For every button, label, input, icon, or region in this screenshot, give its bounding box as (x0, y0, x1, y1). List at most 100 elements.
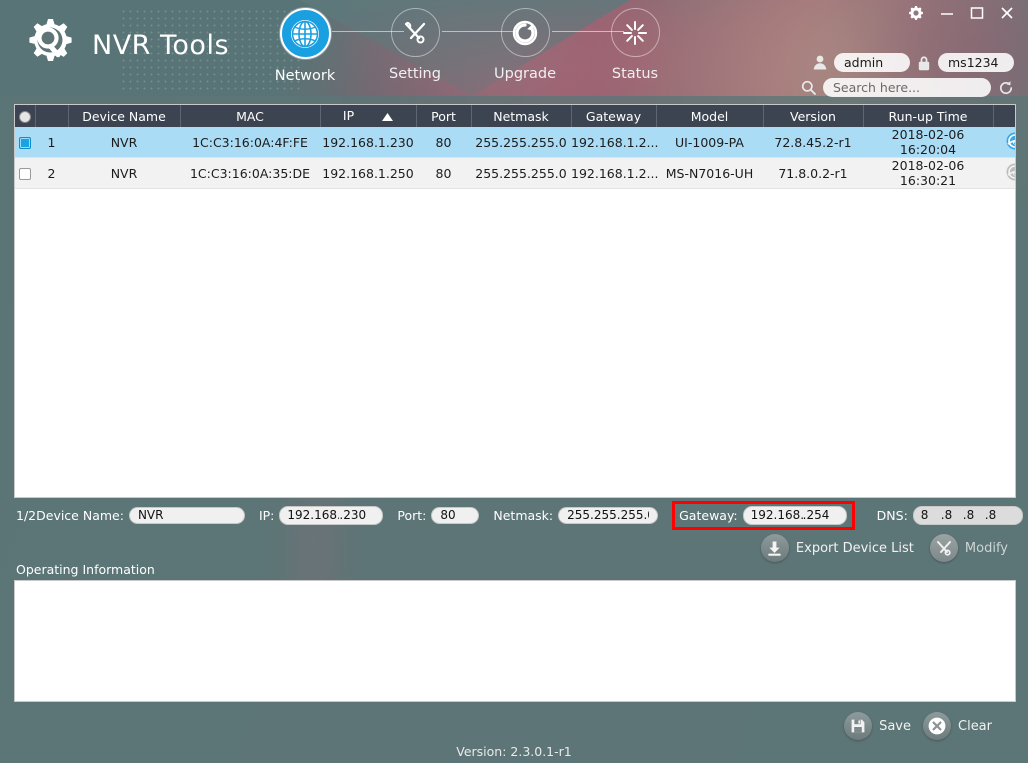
select-all-checkbox[interactable] (19, 111, 31, 123)
port-group: Port: (397, 507, 479, 524)
dns-group: DNS: (877, 506, 1023, 525)
modify-label: Modify (965, 541, 1008, 556)
dns-octet-1[interactable] (921, 507, 941, 524)
globe-icon (280, 8, 331, 59)
tools-icon (391, 8, 440, 57)
row-index: 1 (35, 127, 68, 158)
row-browser-link-cell[interactable]: e (993, 127, 1016, 158)
credentials-row (813, 53, 1014, 72)
ip-label: IP: (259, 508, 274, 523)
select-all-header[interactable] (15, 105, 35, 127)
row-version: 72.8.45.2-r1 (763, 127, 863, 158)
table-row[interactable]: 2 NVR 1C:C3:16:0A:35:DE 192.168.1.250 80… (15, 158, 1016, 189)
row-checkbox[interactable] (19, 168, 31, 180)
operating-information-content (15, 581, 1015, 593)
tools-icon (930, 534, 958, 562)
netmask-input[interactable] (558, 507, 658, 524)
column-mac[interactable]: MAC (180, 105, 320, 127)
device-table-container[interactable]: Device Name MAC IP Port Netmask Gateway … (14, 104, 1016, 498)
device-name-input[interactable] (129, 507, 245, 524)
row-device-name: NVR (68, 127, 180, 158)
column-port[interactable]: Port (416, 105, 471, 127)
ip-group: IP: (259, 506, 383, 525)
nav-item-network[interactable]: Network (250, 8, 360, 84)
row-browser-link-cell[interactable]: e (993, 158, 1016, 189)
column-model[interactable]: Model (656, 105, 763, 127)
gateway-prefix-input[interactable] (751, 507, 803, 524)
device-edit-form: 1/2 Device Name: IP: Port: Netmask: Gate… (0, 500, 1028, 530)
nav-item-status[interactable]: Status (580, 8, 690, 82)
window-controls (908, 5, 1014, 21)
gear-icon[interactable] (908, 5, 924, 21)
export-device-list-button[interactable]: Export Device List (761, 534, 914, 562)
dns-octet-4[interactable] (985, 507, 1015, 524)
person-icon (813, 55, 827, 70)
username-field[interactable] (834, 53, 910, 72)
clear-button[interactable]: Clear (923, 712, 992, 740)
column-version[interactable]: Version (763, 105, 863, 127)
row-gateway: 192.168.1.2... (571, 158, 656, 189)
row-checkbox[interactable] (19, 137, 31, 149)
column-ip-label: IP (343, 108, 354, 123)
row-mac: 1C:C3:16:0A:35:DE (180, 158, 320, 189)
table-row[interactable]: 1 NVR 1C:C3:16:0A:4F:FE 192.168.1.230 80… (15, 127, 1016, 158)
ip-suffix-input[interactable] (339, 507, 375, 524)
device-table: Device Name MAC IP Port Netmask Gateway … (15, 105, 1016, 189)
operating-information-panel[interactable] (14, 580, 1016, 702)
table-header-row: Device Name MAC IP Port Netmask Gateway … (15, 105, 1016, 127)
gateway-input-wrapper[interactable] (743, 506, 847, 525)
nav-item-setting[interactable]: Setting (360, 8, 470, 82)
port-input[interactable] (431, 507, 479, 524)
password-field[interactable] (938, 53, 1014, 72)
gateway-label: Gateway: (679, 508, 738, 523)
row-checkbox-cell[interactable] (15, 158, 35, 189)
nav-label-setting: Setting (389, 66, 441, 82)
floppy-disk-icon (844, 712, 872, 740)
row-runup-time: 2018-02-06 16:20:04 (863, 127, 993, 158)
operating-information-label: Operating Information (16, 562, 155, 577)
svg-text:e: e (1012, 137, 1016, 147)
dns-octet-3[interactable] (963, 507, 985, 524)
browser-icon[interactable]: e (1006, 132, 1016, 153)
maximize-icon[interactable] (970, 6, 984, 20)
footer-button-row: Save Clear (832, 712, 992, 740)
save-label: Save (879, 719, 911, 734)
nav-item-upgrade[interactable]: Upgrade (470, 8, 580, 82)
export-device-list-label: Export Device List (796, 541, 914, 556)
search-icon[interactable] (801, 80, 816, 95)
app-title: NVR Tools (92, 30, 229, 61)
search-row (801, 78, 1014, 97)
row-port: 80 (416, 127, 471, 158)
close-icon[interactable] (1000, 6, 1014, 20)
refresh-circle-icon (501, 8, 550, 57)
action-button-row: Export Device List Modify (749, 534, 1008, 562)
gateway-group-highlighted: Gateway: (672, 501, 855, 530)
dns-input-wrapper[interactable] (913, 506, 1023, 525)
browser-icon[interactable]: e (1006, 163, 1016, 184)
search-input[interactable] (823, 78, 991, 97)
row-index: 2 (35, 158, 68, 189)
dns-octet-2[interactable] (941, 507, 963, 524)
gateway-suffix-input[interactable] (803, 507, 839, 524)
version-text: Version: 2.3.0.1-r1 (0, 744, 1028, 759)
column-gateway[interactable]: Gateway (571, 105, 656, 127)
dns-label: DNS: (877, 508, 908, 523)
row-mac: 1C:C3:16:0A:4F:FE (180, 127, 320, 158)
column-ip[interactable]: IP (320, 105, 416, 127)
nvr-tools-window: NVR Tools Network (0, 0, 1028, 763)
app-brand: NVR Tools (18, 13, 229, 77)
column-netmask[interactable]: Netmask (471, 105, 571, 127)
save-button[interactable]: Save (844, 712, 911, 740)
row-model: MS-N7016-UH (656, 158, 763, 189)
minimize-icon[interactable] (940, 6, 954, 20)
app-header: NVR Tools Network (0, 0, 1028, 96)
ip-prefix-input[interactable] (287, 507, 339, 524)
modify-button[interactable]: Modify (930, 534, 1008, 562)
row-checkbox-cell[interactable] (15, 127, 35, 158)
download-icon (761, 534, 789, 562)
column-device-name[interactable]: Device Name (68, 105, 180, 127)
refresh-icon[interactable] (998, 80, 1014, 96)
row-model: UI-1009-PA (656, 127, 763, 158)
ip-input-wrapper[interactable] (279, 506, 383, 525)
column-runup-time[interactable]: Run-up Time (863, 105, 993, 127)
